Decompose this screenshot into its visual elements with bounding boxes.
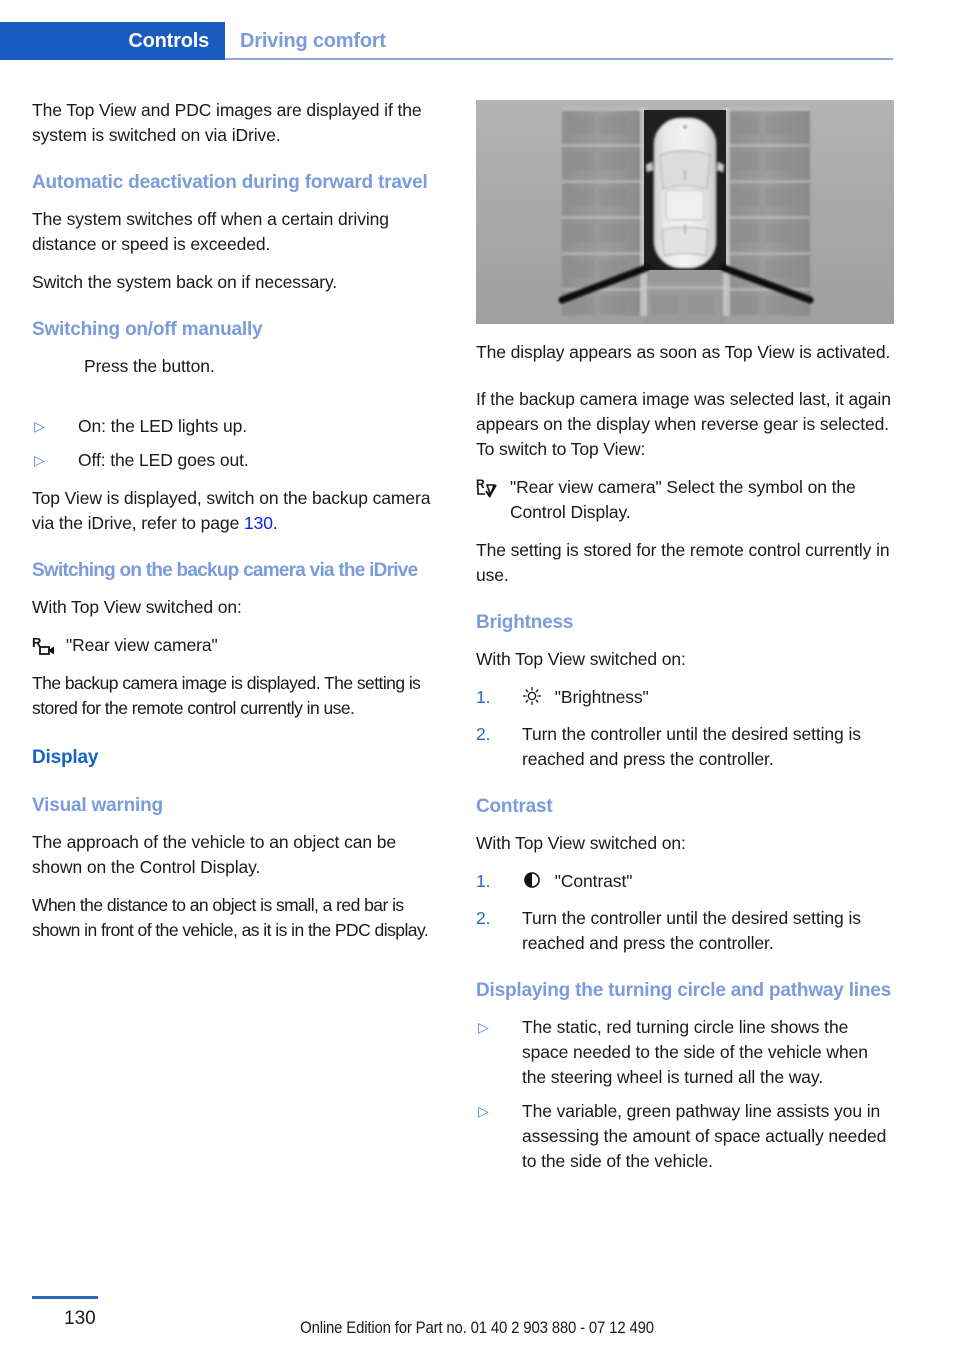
list-item-label: The static, red turning circle line show… [522,1017,868,1087]
sun-icon [522,686,542,713]
header-section-label: Driving comfort [240,30,386,52]
reference-text-before: Top View is displayed, switch on the bac… [32,488,431,533]
rear-view-camera-menu-label: "Rear view camera" [66,635,218,655]
header-divider [225,58,893,60]
step-number: 1. [476,687,491,707]
heading-visual-warning: Visual warning [32,795,163,816]
list-item-label: "Brightness" [554,687,649,707]
visual-warning-paragraph-2: When the distance to an object is small,… [32,895,429,940]
contrast-half-circle-icon [522,870,542,897]
triangle-bullet-icon: ▷ [34,418,45,434]
rear-view-camera-icon: R [32,635,60,657]
figure-caption-paragraph-1: The display appears as soon as Top View … [476,342,891,362]
setting-stored-paragraph: The setting is stored for the remote con… [476,540,890,585]
list-item-label: "Contrast" [554,871,633,891]
rear-view-camera-select-row[interactable]: R "Rear view camera" Select the symbol o… [476,475,894,525]
intro-paragraph: The Top View and PDC images are displaye… [32,100,422,145]
contrast-steps: 1. "Contrast" 2. Turn the controller unt… [476,869,894,956]
backup-camera-precondition: With Top View switched on: [32,597,242,617]
list-item: ▷ The static, red turning circle line sh… [476,1015,894,1090]
page-cross-reference-link[interactable]: 130 [244,513,273,533]
turning-circle-bullets: ▷ The static, red turning circle line sh… [476,1015,894,1174]
heading-backup-camera-idrive: Switching on the backup camera via the i… [32,560,418,581]
reference-text-after: . [272,513,278,533]
rear-view-camera-select-label: "Rear view camera" Select the symbol on … [510,477,856,522]
contrast-precondition: With Top View switched on: [476,833,686,853]
heading-contrast: Contrast [476,796,553,817]
list-item: ▷ Off: the LED goes out. [32,448,450,473]
list-item-label: Turn the controller until the desired se… [522,724,861,769]
page-header: Controls Driving comfort [0,22,954,60]
footer-divider [32,1296,98,1299]
top-view-illustration [476,100,894,324]
rear-view-camera-selected-icon: R [476,477,504,499]
heading-switching-manually: Switching on/off manually [32,319,263,340]
list-item: 2. Turn the controller until the desired… [476,906,894,956]
list-item: 1. "Brightness" [476,685,894,713]
list-item-label: Turn the controller until the desired se… [522,908,861,953]
heading-display: Display [32,747,99,768]
top-view-reference-paragraph: Top View is displayed, switch on the bac… [32,486,450,536]
triangle-bullet-icon: ▷ [478,1019,489,1035]
backup-camera-paragraph: The backup camera image is displayed. Th… [32,673,421,718]
list-item: 2. Turn the controller until the desired… [476,722,894,772]
led-state-bullets: ▷ On: the LED lights up. ▷ Off: the LED … [32,414,450,473]
press-button-instruction-row: P Press the button. [32,354,450,396]
press-button-label: Press the button. [84,356,215,376]
auto-deactivation-paragraph-1: The system switches off when a certain d… [32,209,389,254]
triangle-bullet-icon: ▷ [34,452,45,468]
list-item-label: On: the LED lights up. [78,416,248,436]
step-number: 1. [476,871,491,891]
brightness-precondition: With Top View switched on: [476,649,686,669]
heading-turning-circle: Displaying the turning circle and pathwa… [476,980,892,1001]
heading-brightness: Brightness [476,612,574,633]
list-item: 1. "Contrast" [476,869,894,897]
header-chapter-tab: Controls [0,22,225,60]
edition-line: Online Edition for Part no. 01 40 2 903 … [300,1318,654,1337]
triangle-bullet-icon: ▷ [478,1103,489,1119]
list-item-label: Off: the LED goes out. [78,450,249,470]
visual-warning-paragraph-1: The approach of the vehicle to an object… [32,832,397,877]
right-column: The display appears as soon as Top View … [476,340,894,1187]
list-item: ▷ On: the LED lights up. [32,414,450,439]
left-column: The Top View and PDC images are displaye… [32,98,450,943]
figure-caption-paragraph-2: If the backup camera image was selected … [476,389,891,459]
list-item-label: The variable, green pathway line assists… [522,1101,887,1171]
header-chapter-label: Controls [128,30,209,52]
rear-view-camera-menu-row[interactable]: R "Rear view camera" [32,633,450,658]
step-number: 2. [476,908,491,928]
step-number: 2. [476,724,491,744]
list-item: ▷ The variable, green pathway line assis… [476,1099,894,1174]
brightness-steps: 1. "Brightness" 2. Turn the controller u… [476,685,894,772]
heading-automatic-deactivation: Automatic deactivation during forward tr… [32,172,428,193]
top-view-figure [476,100,894,324]
auto-deactivation-paragraph-2: Switch the system back on if necessary. [32,272,338,292]
